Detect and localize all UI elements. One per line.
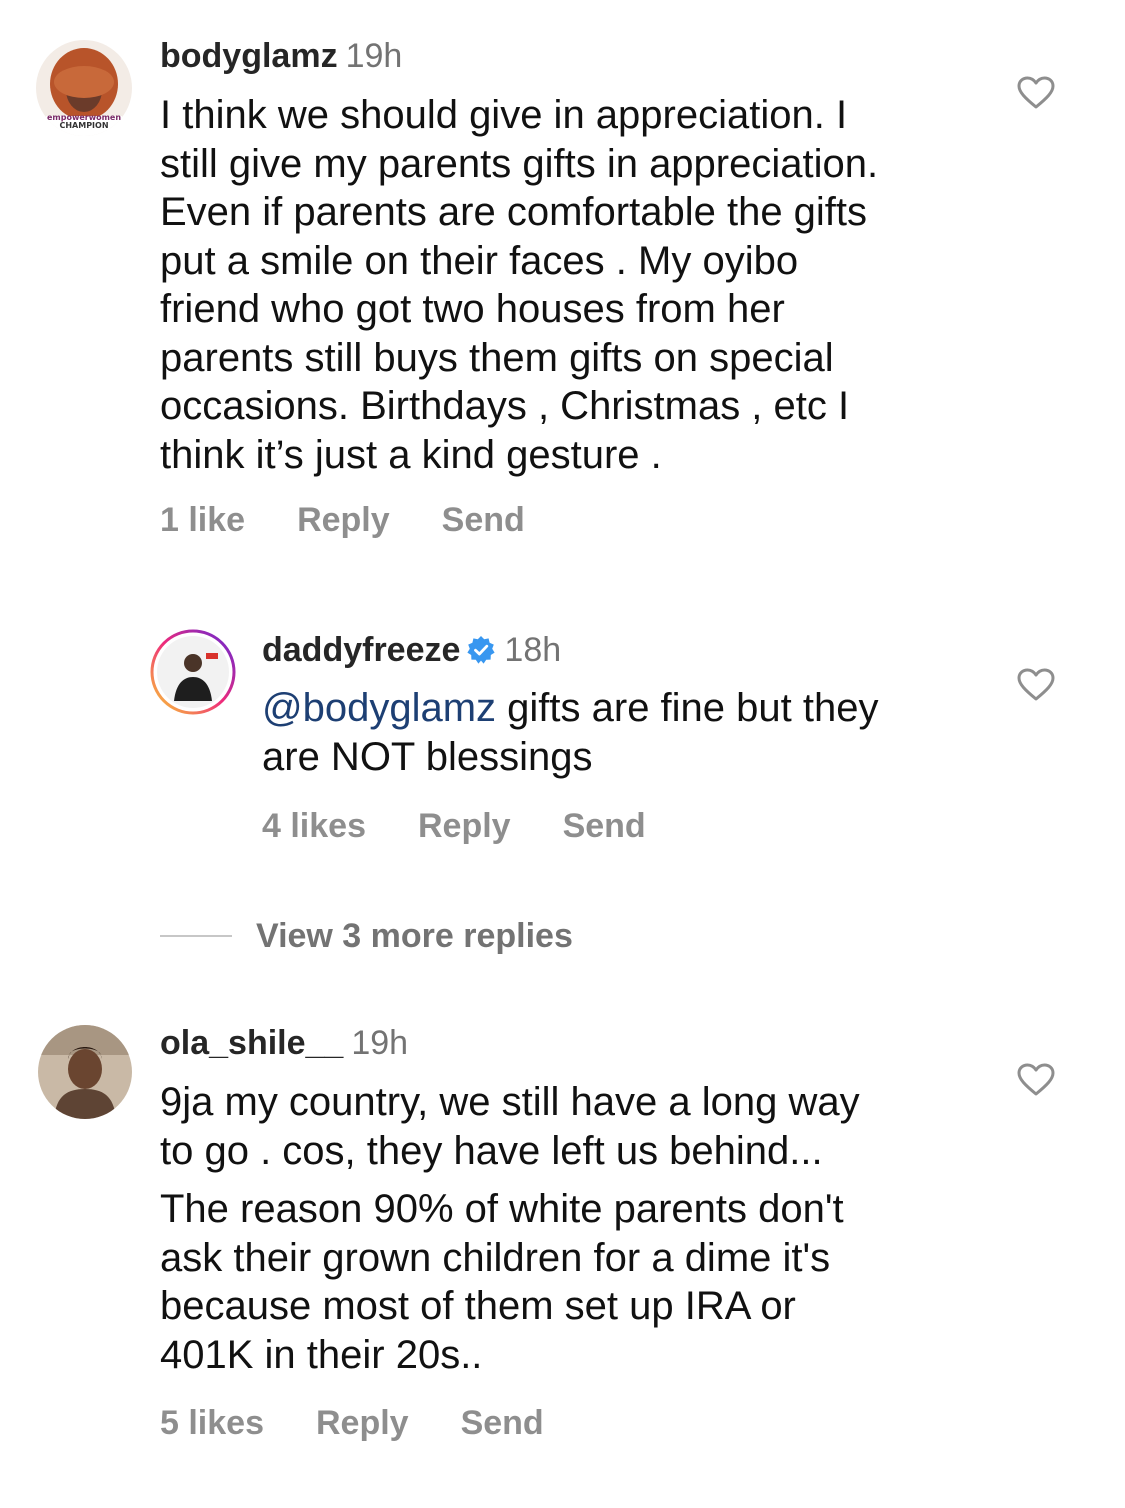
avatar-caption-line-2: CHAMPION bbox=[59, 121, 109, 130]
comment-line: parents still buys them gifts on special bbox=[160, 335, 834, 380]
comment-line: think it’s just a kind gesture . bbox=[160, 432, 662, 477]
comment-text: @bodyglamz gifts are fine but they are N… bbox=[262, 684, 879, 781]
comment-line: put a smile on their faces . My oyibo bbox=[160, 238, 799, 283]
comment-line: occasions. Birthdays , Christmas , etc I bbox=[160, 384, 850, 428]
comment-line: 9ja my country, we still have a long way bbox=[160, 1080, 860, 1124]
comment-line: to go . cos, they have left us behind... bbox=[160, 1128, 823, 1173]
comment-line-text: gifts are fine but they bbox=[496, 686, 879, 730]
avatar-ola-shile[interactable] bbox=[38, 1025, 132, 1119]
comment-header: bodyglamz 19h bbox=[160, 36, 402, 76]
verified-badge-icon bbox=[466, 634, 496, 674]
reply-button[interactable]: Reply bbox=[297, 500, 390, 540]
timestamp: 19h bbox=[351, 1024, 409, 1062]
comment-actions: 4 likes Reply Send bbox=[262, 806, 646, 846]
comment-actions: 5 likes Reply Send bbox=[160, 1403, 544, 1443]
avatar-daddyfreeze[interactable] bbox=[150, 629, 236, 715]
likes-count[interactable]: 5 likes bbox=[160, 1403, 264, 1443]
comment-line: The reason 90% of white parents don't bbox=[160, 1187, 844, 1231]
timestamp: 18h bbox=[504, 631, 562, 669]
username[interactable]: bodyglamz bbox=[160, 37, 338, 75]
username[interactable]: ola_shile__ bbox=[160, 1024, 343, 1062]
comment-line: 401K in their 20s.. bbox=[160, 1332, 483, 1377]
view-more-replies-label[interactable]: View 3 more replies bbox=[256, 914, 573, 958]
reply-button[interactable]: Reply bbox=[316, 1403, 409, 1443]
heart-outline-icon[interactable] bbox=[1017, 668, 1055, 702]
comment-line: @bodyglamz gifts are fine but they bbox=[262, 684, 879, 733]
comment-line: still give my parents gifts in appreciat… bbox=[160, 141, 879, 186]
send-button[interactable]: Send bbox=[563, 806, 646, 846]
comment-line: Even if parents are comfortable the gift… bbox=[160, 190, 868, 234]
heart-outline-icon[interactable] bbox=[1017, 1063, 1055, 1097]
timestamp: 19h bbox=[345, 37, 403, 75]
comment-line: friend who got two houses from her bbox=[160, 287, 785, 331]
username[interactable]: daddyfreeze bbox=[262, 631, 460, 669]
comment-line: are NOT blessings bbox=[262, 734, 593, 779]
comment-header: daddyfreeze 18h bbox=[262, 630, 561, 674]
divider-line bbox=[160, 935, 232, 937]
avatar-caption: empowerwomen CHAMPION bbox=[40, 114, 128, 130]
comment-line: ask their grown children for a dime it's bbox=[160, 1235, 831, 1280]
comment-line: because most of them set up IRA or bbox=[160, 1284, 796, 1328]
reply-button[interactable]: Reply bbox=[418, 806, 511, 846]
send-button[interactable]: Send bbox=[461, 1403, 544, 1443]
comment-actions: 1 like Reply Send bbox=[160, 500, 525, 540]
heart-outline-icon[interactable] bbox=[1017, 76, 1055, 110]
comment-header: ola_shile__ 19h bbox=[160, 1023, 408, 1063]
comment-text: 9ja my country, we still have a long way… bbox=[160, 1078, 860, 1379]
send-button[interactable]: Send bbox=[442, 500, 525, 540]
likes-count[interactable]: 1 like bbox=[160, 500, 245, 540]
comment-text: I think we should give in appreciation. … bbox=[160, 91, 878, 479]
comment-line: I think we should give in appreciation. … bbox=[160, 93, 848, 137]
likes-count[interactable]: 4 likes bbox=[262, 806, 366, 846]
mention-link[interactable]: @bodyglamz bbox=[262, 686, 496, 730]
